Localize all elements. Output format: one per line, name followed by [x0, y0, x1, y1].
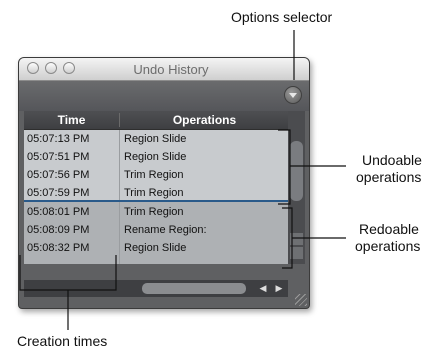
row-time: 05:07:59 PM: [27, 187, 90, 199]
row-operation: Rename Region:: [124, 224, 207, 236]
row-time: 05:08:01 PM: [27, 206, 90, 218]
row-time: 05:07:51 PM: [27, 151, 90, 163]
table-row[interactable]: 05:08:32 PM Region Slide: [24, 239, 288, 257]
scroll-left-icon[interactable]: ◀: [256, 283, 270, 294]
row-operation: Region Slide: [124, 151, 187, 163]
table-row[interactable]: 05:07:56 PM Trim Region: [24, 166, 288, 184]
redoable-label-line2: operations: [355, 238, 421, 254]
undoable-label-line2: operations: [356, 169, 422, 185]
table-row[interactable]: 05:08:09 PM Rename Region:: [24, 221, 288, 239]
scroll-up-button[interactable]: [290, 233, 303, 245]
creation-times-callout: Creation times: [17, 333, 108, 349]
undoable-label-line1: Undoable: [362, 152, 422, 168]
table-row[interactable]: 05:07:51 PM Region Slide: [24, 148, 288, 166]
row-operation: Trim Region: [124, 169, 184, 181]
toolbar: [19, 81, 309, 111]
row-time: 05:08:09 PM: [27, 224, 90, 236]
row-operation: Region Slide: [124, 242, 187, 254]
horizontal-scrollbar[interactable]: ◀ ▶: [24, 280, 288, 297]
scroll-down-button[interactable]: [290, 247, 303, 259]
title-bar[interactable]: Undo History: [19, 58, 309, 81]
undoable-operations-callout: Undoable operations: [356, 152, 422, 186]
vertical-scrollbar[interactable]: [288, 111, 305, 264]
resize-grip-icon[interactable]: [295, 294, 307, 306]
window-title: Undo History: [133, 62, 209, 77]
undo-history-window: Undo History Time Operations 05:07:13 PM…: [18, 57, 310, 309]
options-selector-callout: Options selector: [231, 9, 333, 25]
undo-position-marker: [24, 200, 288, 202]
scroll-right-icon[interactable]: ▶: [272, 283, 286, 294]
vertical-scroll-thumb[interactable]: [290, 141, 303, 201]
operations-column-header[interactable]: Operations: [119, 113, 289, 127]
horizontal-scroll-thumb[interactable]: [142, 283, 246, 294]
column-headers: Time Operations: [24, 111, 288, 130]
row-time: 05:08:32 PM: [27, 242, 90, 254]
table-row[interactable]: 05:08:01 PM Trim Region: [24, 203, 288, 221]
row-operation: Region Slide: [124, 133, 187, 145]
table-row[interactable]: 05:07:13 PM Region Slide: [24, 130, 288, 148]
row-time: 05:07:56 PM: [27, 169, 90, 181]
redoable-operations-callout: Redoable operations: [351, 221, 420, 255]
options-menu-icon[interactable]: [284, 86, 302, 104]
time-column-header[interactable]: Time: [24, 113, 119, 127]
undo-history-list: 05:07:13 PM Region Slide 05:07:51 PM Reg…: [24, 130, 288, 264]
row-operation: Trim Region: [124, 206, 184, 218]
row-time: 05:07:13 PM: [27, 133, 90, 145]
row-operation: Trim Region: [124, 187, 184, 199]
redoable-label-line1: Redoable: [359, 221, 419, 237]
